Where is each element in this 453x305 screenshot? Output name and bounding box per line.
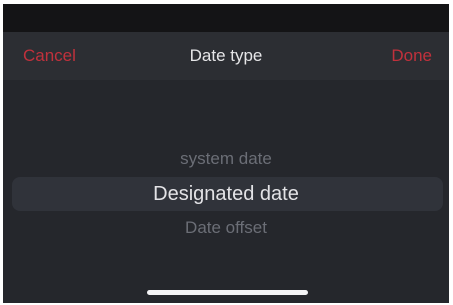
home-indicator[interactable] — [147, 290, 308, 295]
picker-option-designated-date[interactable]: Designated date — [3, 181, 449, 207]
done-button[interactable]: Done — [391, 46, 432, 66]
date-type-picker-sheet: Cancel Date type Done system date Design… — [3, 32, 449, 303]
picker-option-system-date[interactable]: system date — [3, 148, 449, 170]
date-type-picker-wheel[interactable]: system date Designated date Date offset — [3, 80, 449, 280]
picker-option-date-offset[interactable]: Date offset — [3, 217, 449, 239]
sheet-title: Date type — [189, 46, 263, 65]
status-bar — [3, 4, 449, 32]
screen: Cancel Date type Done system date Design… — [0, 0, 453, 305]
sheet-header: Cancel Date type Done — [3, 32, 449, 80]
